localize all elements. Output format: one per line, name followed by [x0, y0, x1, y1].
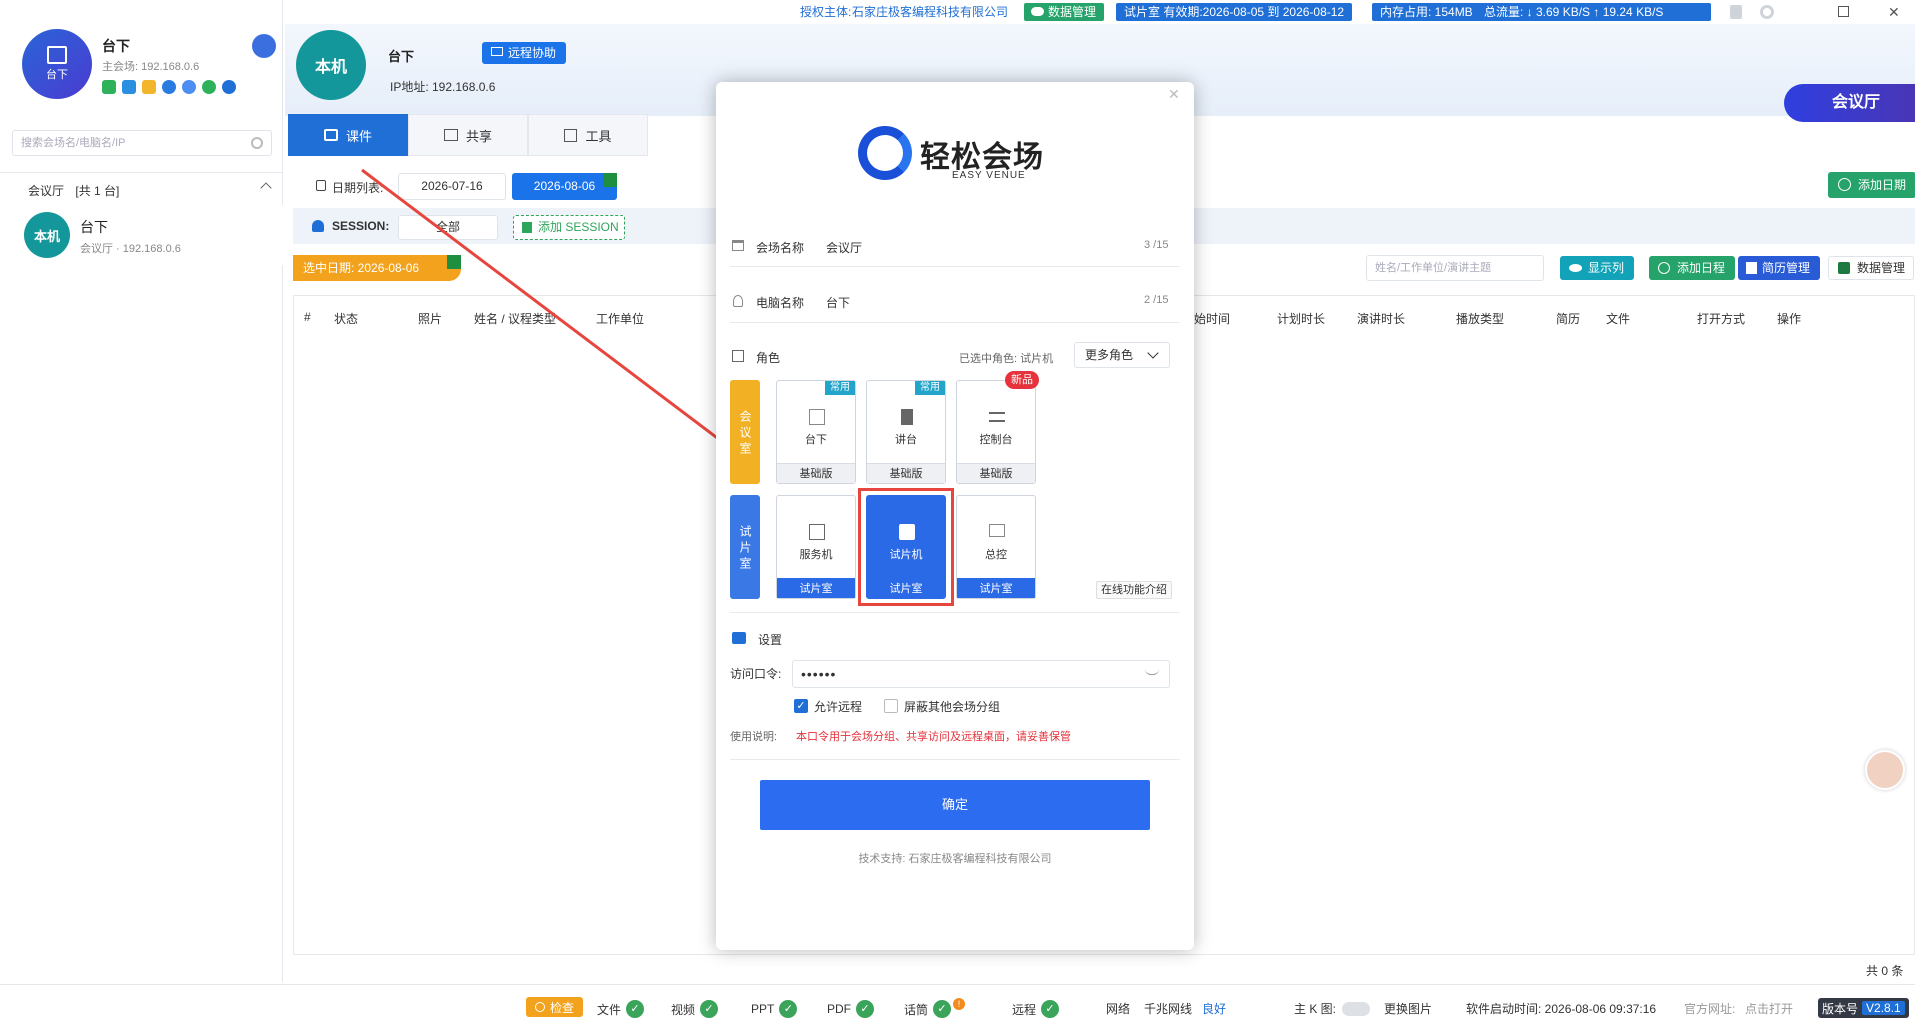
- role-card-master-control[interactable]: 总控 试片室: [956, 495, 1036, 599]
- role-edition: 基础版: [957, 463, 1035, 483]
- group-preview-room-label: 试片室: [738, 525, 752, 573]
- online-intro-button[interactable]: 在线功能介绍: [1096, 581, 1172, 599]
- venue-name-label: 会场名称: [756, 241, 805, 255]
- role-name: 台下: [805, 434, 827, 446]
- role-card-preview-machine[interactable]: 试片机 试片室: [866, 495, 946, 599]
- eye-closed-icon: [1145, 669, 1159, 675]
- role-edition: 试片室: [867, 578, 945, 598]
- role-edition: 试片室: [777, 578, 855, 598]
- pc-name-label: 电脑名称: [756, 296, 805, 310]
- brand-name-en: EASY VENUE: [952, 170, 1026, 181]
- role-settings-modal: ✕ 轻松会场 EASY VENUE 会场名称 会议厅 3 /15 电脑名称 台下…: [716, 82, 1194, 950]
- block-other-label: 屏蔽其他会场分组: [904, 700, 1001, 714]
- role-edition: 基础版: [777, 463, 855, 483]
- tech-support: 技术支持: 石家庄极客编程科技有限公司: [858, 853, 1052, 865]
- role-card-podium[interactable]: 常用讲台基础版: [866, 380, 946, 484]
- role-card-server[interactable]: 服务机 试片室: [776, 495, 856, 599]
- sliders-icon: [989, 412, 1005, 422]
- role-name: 试片机: [889, 549, 923, 561]
- brand-logo-icon: [858, 126, 912, 180]
- confirm-button[interactable]: 确定: [760, 780, 1150, 830]
- new-tag: 新品: [1005, 371, 1039, 389]
- usage-label: 使用说明:: [730, 731, 778, 743]
- role-card-console[interactable]: 新品控制台基础版: [956, 371, 1039, 484]
- list-icon: [809, 409, 825, 425]
- password-input[interactable]: ••••••: [792, 660, 1170, 688]
- role-name: 总控: [985, 549, 1007, 561]
- dashboard-icon: [989, 524, 1005, 537]
- role-name: 服务机: [799, 549, 833, 561]
- password-value: ••••••: [801, 666, 837, 682]
- role-name: 控制台: [979, 434, 1013, 446]
- allow-remote-checkbox[interactable]: ✓: [794, 699, 808, 713]
- group-meeting-room-label: 会议室: [738, 410, 752, 458]
- role-label: 角色: [756, 351, 781, 365]
- venue-name-input[interactable]: 会议厅: [826, 239, 862, 256]
- common-tag: 常用: [825, 381, 855, 395]
- chevron-down-icon: [1147, 347, 1159, 359]
- pc-name-input[interactable]: 台下: [826, 294, 850, 311]
- group-meeting-room: 会议室: [730, 380, 760, 484]
- devices-icon: [899, 524, 915, 540]
- group-preview-room: 试片室: [730, 495, 760, 599]
- role-edition: 试片室: [957, 578, 1035, 598]
- podium-icon: [901, 409, 913, 425]
- usage-text: 本口令用于会场分组、共享访问及远程桌面，请妥善保管: [796, 731, 1071, 743]
- block-other-checkbox[interactable]: [884, 699, 898, 713]
- common-tag: 常用: [915, 381, 945, 395]
- venue-name-count: 3 /15: [1144, 239, 1169, 251]
- pc-name-count: 2 /15: [1144, 294, 1169, 306]
- server-icon: [809, 524, 825, 540]
- allow-remote-label: 允许远程: [814, 700, 863, 714]
- user-icon: [733, 295, 743, 307]
- more-roles-dropdown[interactable]: 更多角色: [1074, 342, 1170, 368]
- role-edition: 基础版: [867, 463, 945, 483]
- grid-icon: [732, 350, 744, 362]
- more-roles-label: 更多角色: [1085, 348, 1134, 362]
- role-card-audience[interactable]: 常用台下基础版: [776, 380, 856, 484]
- selected-role-text: 已选中角色: 试片机: [959, 353, 1054, 365]
- role-name: 讲台: [895, 434, 917, 446]
- close-icon[interactable]: ✕: [1168, 86, 1180, 103]
- password-label: 访问口令:: [730, 667, 782, 681]
- settings-icon: [732, 632, 746, 644]
- settings-label: 设置: [758, 633, 783, 647]
- home-icon: [732, 240, 744, 251]
